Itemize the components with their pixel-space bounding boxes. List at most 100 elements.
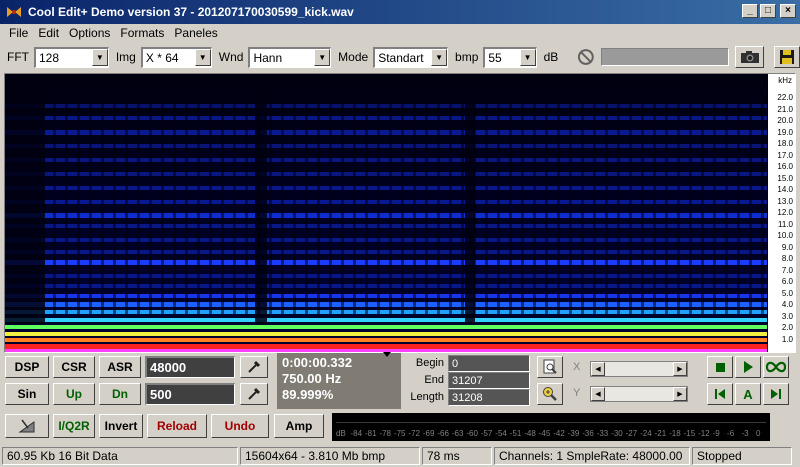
close-button[interactable]: × <box>780 4 796 18</box>
zoom-button[interactable] <box>537 383 563 405</box>
length-field[interactable]: 31208 <box>448 389 530 406</box>
camera-button[interactable] <box>734 46 765 68</box>
scroll-left-icon[interactable]: ◀ <box>591 387 605 401</box>
spectrum-gap <box>53 74 56 314</box>
pipette-button-1[interactable] <box>240 356 268 378</box>
frequency-tick: 16.0 <box>777 162 793 171</box>
img-label: Img <box>115 50 136 64</box>
chevron-down-icon[interactable]: ▼ <box>314 48 331 66</box>
dsp-button[interactable]: DSP <box>5 356 49 378</box>
spectrum-gap <box>665 74 668 314</box>
pipette-icon <box>248 387 261 400</box>
scroll-left-icon[interactable]: ◀ <box>591 362 605 376</box>
meter-tick: -9 <box>712 429 720 438</box>
menu-edit[interactable]: Edit <box>33 26 64 40</box>
fft-select[interactable]: 128 ▼ <box>34 46 109 68</box>
spectrum-band <box>5 213 767 218</box>
y-scrollbar[interactable]: ◀ ▶ <box>590 386 688 402</box>
mode-select[interactable]: Standart ▼ <box>373 46 449 68</box>
skip-forward-button[interactable] <box>763 383 789 405</box>
spectrogram-view[interactable] <box>5 74 767 352</box>
pipette-button-2[interactable] <box>240 383 268 405</box>
toolbar: FFT 128 ▼ Img X * 64 ▼ Wnd Hann ▼ Mode S… <box>0 43 800 71</box>
tool-button[interactable] <box>5 414 49 438</box>
invert-button[interactable]: Invert <box>99 414 143 438</box>
spectrum-gap <box>149 74 152 314</box>
status-format: Channels: 1 SmpleRate: 48000.00 <box>494 447 690 465</box>
spectrum-gap <box>593 74 596 314</box>
spectrum-band <box>5 116 767 120</box>
app-logo-icon <box>7 7 21 17</box>
reload-button[interactable]: Reload <box>147 414 207 438</box>
spectrum-gap <box>605 74 608 314</box>
spectrum-gap <box>185 74 188 314</box>
meter-tick: -63 <box>451 429 464 438</box>
spectrum-band <box>5 344 767 349</box>
bmp-select[interactable]: 55 ▼ <box>483 46 537 68</box>
meter-tick: 0 <box>756 429 761 438</box>
spectrum-gap <box>317 74 320 314</box>
skip-back-button[interactable] <box>707 383 733 405</box>
frequency-tick: 14.0 <box>777 185 793 194</box>
rate-field[interactable]: 48000 <box>145 356 235 378</box>
amp-button[interactable]: Amp <box>274 414 324 438</box>
spectrum-band <box>5 260 767 265</box>
sin-button[interactable]: Sin <box>5 383 49 405</box>
count-field[interactable]: 500 <box>145 383 235 405</box>
mode-label: Mode <box>338 50 369 64</box>
spectrum-gap <box>689 74 692 314</box>
wnd-label: Wnd <box>218 50 244 64</box>
stop-sign-icon[interactable] <box>577 48 595 66</box>
frequency-tick: 3.0 <box>781 311 793 321</box>
chevron-down-icon[interactable]: ▼ <box>194 48 211 66</box>
asr-button[interactable]: ASR <box>99 356 141 378</box>
spectrum-gap <box>701 74 704 314</box>
save-button[interactable] <box>774 46 800 68</box>
iq2r-button[interactable]: I/Q2R <box>53 414 95 438</box>
spectrum-gap <box>101 74 104 314</box>
scroll-right-icon[interactable]: ▶ <box>673 387 687 401</box>
status-duration: 78 ms <box>422 447 492 465</box>
csr-button[interactable]: CSR <box>53 356 95 378</box>
spectrum-gap <box>173 74 176 314</box>
up-button[interactable]: Up <box>53 383 95 405</box>
menu-options[interactable]: Options <box>64 26 115 40</box>
frequency-tick: 7.0 <box>781 265 793 275</box>
a-button[interactable]: A <box>735 383 761 405</box>
stop-button[interactable] <box>707 356 733 378</box>
play-button[interactable] <box>735 356 761 378</box>
chevron-down-icon[interactable]: ▼ <box>431 48 448 66</box>
begin-field[interactable]: 0 <box>448 355 530 372</box>
maximize-button[interactable]: □ <box>760 4 776 18</box>
wnd-select[interactable]: Hann ▼ <box>248 46 332 68</box>
frequency-tick: 18.0 <box>777 139 793 148</box>
frequency-readout: 750.00 Hz <box>282 371 342 386</box>
scroll-right-icon[interactable]: ▶ <box>673 362 687 376</box>
spectrum-gap <box>449 74 452 314</box>
title-bar[interactable]: Cool Edit+ Demo version 37 - 20120717003… <box>0 0 800 24</box>
frequency-tick: 19.0 <box>777 127 793 137</box>
img-select[interactable]: X * 64 ▼ <box>140 46 212 68</box>
floppy-disk-icon <box>780 50 795 64</box>
dn-button[interactable]: Dn <box>99 383 141 405</box>
spectrum-band <box>5 284 767 288</box>
undo-button[interactable]: Undo <box>211 414 269 438</box>
minimize-button[interactable]: _ <box>742 4 758 18</box>
menu-formats[interactable]: Formats <box>115 26 169 40</box>
spectrum-gap <box>749 74 752 314</box>
chevron-down-icon[interactable]: ▼ <box>519 48 536 66</box>
spectrum-gap <box>473 74 476 314</box>
spectrum-gap <box>617 74 620 314</box>
length-label: Length <box>410 391 444 403</box>
x-scrollbar[interactable]: ◀ ▶ <box>590 361 688 377</box>
spectrum-gap <box>761 74 764 314</box>
page-zoom-button[interactable] <box>537 356 563 378</box>
meter-tick: -84 <box>350 429 363 438</box>
spectrum-gap <box>137 74 140 314</box>
end-field[interactable]: 31207 <box>448 372 530 389</box>
meter-tick: -12 <box>698 429 710 438</box>
loop-button[interactable] <box>763 356 789 378</box>
chevron-down-icon[interactable]: ▼ <box>91 48 108 66</box>
menu-paneles[interactable]: Paneles <box>169 26 222 40</box>
menu-file[interactable]: File <box>4 26 33 40</box>
